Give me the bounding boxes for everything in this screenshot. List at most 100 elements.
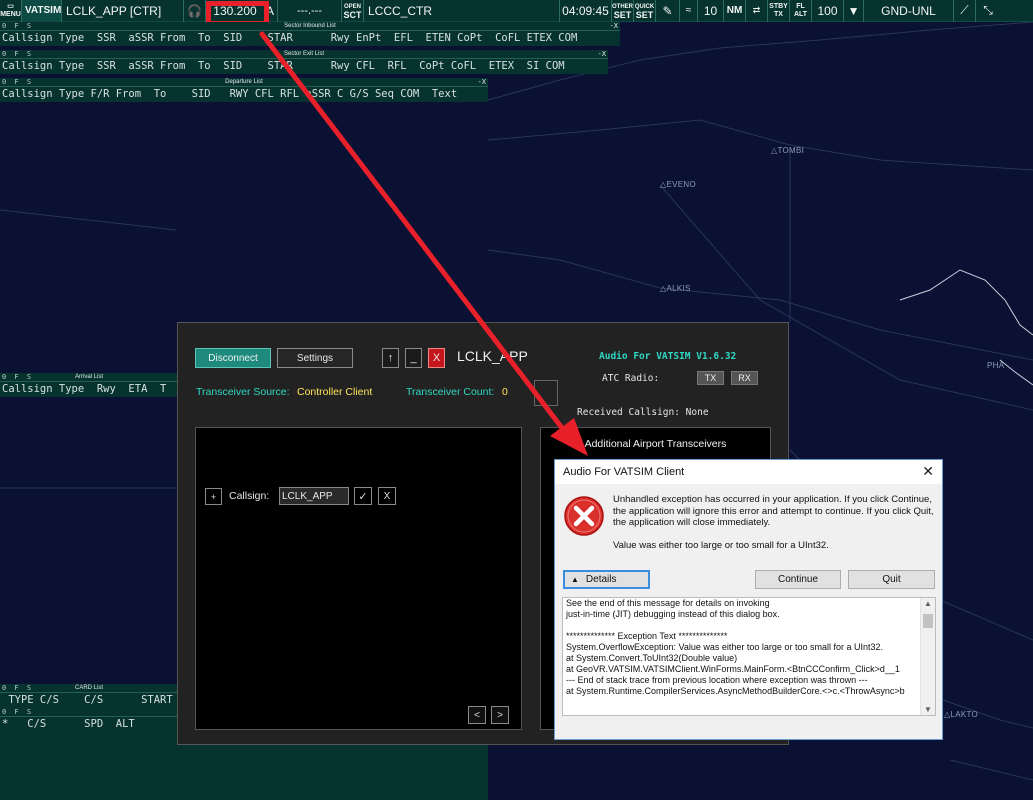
list-window-controls[interactable]: -X: [478, 78, 486, 87]
arrow-up-icon: ↑: [387, 352, 394, 364]
cancel-callsign-button[interactable]: X: [378, 487, 396, 505]
list-title: Sector Exit List: [283, 51, 325, 57]
list-ofs-controls[interactable]: 0 F S: [2, 684, 33, 693]
triangle-up-icon: ▲: [571, 575, 579, 584]
bottom-list: 0 F S * C/S SPD ALT: [0, 708, 178, 732]
tilde-icon[interactable]: ≈: [680, 0, 698, 22]
dialog-close-button[interactable]: ✕: [922, 463, 934, 480]
ruler-icon[interactable]: ⟋: [954, 0, 976, 22]
received-callsign: Received Callsign: None: [577, 407, 709, 418]
transceiver-count-value: 0: [502, 386, 508, 398]
tx-indicator: TX: [697, 371, 724, 385]
scroll-thumb[interactable]: [923, 614, 933, 628]
scroll-down-icon[interactable]: ▼: [924, 705, 932, 714]
always-on-top-button[interactable]: ↑: [382, 348, 399, 368]
departure-list: 0 F S Departure List -X Callsign Type F/…: [0, 78, 488, 102]
list-column-headers[interactable]: Callsign Type SSR aSSR From To SID STAR …: [0, 31, 620, 46]
altitude-value[interactable]: 100: [812, 0, 844, 22]
settings-button[interactable]: Settings: [277, 348, 353, 368]
primary-frequency[interactable]: 130.200: [206, 0, 264, 22]
utc-clock: 04:09:45: [560, 0, 612, 22]
detail-line: --- End of stack trace from previous loc…: [566, 675, 868, 685]
chevron-right-icon: >: [497, 709, 503, 721]
close-icon: X: [432, 352, 441, 364]
list-ofs-controls[interactable]: 0 F S: [2, 78, 33, 87]
exception-details-textbox[interactable]: See the end of this message for details …: [562, 597, 936, 716]
dialog-error-detail: Value was either too large or too small …: [613, 540, 829, 551]
quick-set-button[interactable]: QUICK SET: [634, 0, 656, 22]
list-title: CARD List: [74, 685, 104, 691]
list-column-headers[interactable]: TYPE C/S C/S START: [0, 693, 178, 708]
detail-line: See the end of this message for details …: [566, 598, 770, 608]
open-sct-button[interactable]: OPEN SCT: [342, 0, 364, 22]
frequency-suffix: A: [264, 0, 278, 22]
waypoint-alkis: △ALKIS: [660, 284, 691, 293]
waypoint-eveno: △EVENO: [660, 180, 696, 189]
list-ofs-controls[interactable]: 0 F S: [2, 50, 33, 59]
other-set-button[interactable]: OTHER SET: [612, 0, 634, 22]
quit-button[interactable]: Quit: [848, 570, 935, 589]
error-icon: [564, 496, 604, 536]
detail-line: at System.Convert.ToUInt32(Double value): [566, 653, 738, 663]
vatsim-logo: VATSIM: [22, 0, 62, 22]
menu-button[interactable]: ▭ MENU: [0, 0, 22, 22]
plus-icon: +: [210, 491, 217, 502]
transceiver-source-label: Transceiver Source:: [196, 386, 290, 398]
fl-alt-button[interactable]: FL ALT: [790, 0, 812, 22]
close-icon: X: [383, 490, 391, 502]
list-column-headers[interactable]: * C/S SPD ALT: [0, 717, 178, 732]
range-value[interactable]: 10: [698, 0, 724, 22]
disconnect-button[interactable]: Disconnect: [195, 348, 271, 368]
scroll-up-icon[interactable]: ▲: [924, 599, 932, 608]
card-list: 0 F S CARD List TYPE C/S C/S START: [0, 684, 178, 708]
direction-arrows-icon[interactable]: ⇄: [746, 0, 768, 22]
list-ofs-controls[interactable]: 0 F S: [2, 22, 33, 31]
secondary-frequency[interactable]: ---.---: [278, 0, 342, 22]
afv-callsign-title: LCLK_APP: [457, 348, 528, 364]
chevron-left-icon: <: [474, 709, 480, 721]
route-icon[interactable]: ⤡: [976, 0, 1000, 22]
filter-icon[interactable]: ▼: [844, 0, 864, 22]
atc-radio-label: ATC Radio:: [602, 373, 660, 384]
callsign-input[interactable]: [279, 487, 349, 505]
next-page-button[interactable]: >: [491, 706, 509, 724]
waypoint-lakto: △LAKTO: [944, 710, 979, 719]
list-column-headers[interactable]: Callsign Type F/R From To SID RWY CFL RF…: [0, 87, 488, 102]
list-column-headers[interactable]: Callsign Type SSR aSSR From To SID STAR …: [0, 59, 608, 74]
list-window-controls[interactable]: -X: [610, 22, 618, 31]
details-button[interactable]: ▲ Details: [563, 570, 650, 589]
add-callsign-button[interactable]: +: [205, 488, 222, 505]
error-dialog: Audio For VATSIM Client ✕ Unhandled exce…: [554, 459, 943, 740]
placeholder-box: [534, 380, 558, 406]
list-window-controls[interactable]: -X: [598, 50, 606, 59]
detail-line: at System.Runtime.CompilerServices.Async…: [566, 686, 905, 696]
unit-nm-button[interactable]: NM: [724, 0, 746, 22]
list-ofs-controls[interactable]: 0 F S: [2, 708, 33, 717]
confirm-callsign-button[interactable]: ✓: [354, 487, 372, 505]
details-scrollbar[interactable]: ▲ ▼: [920, 598, 935, 715]
detail-line: at GeoVR.VATSIM.VATSIMClient.WinForms.Ma…: [566, 664, 900, 674]
previous-page-button[interactable]: <: [468, 706, 486, 724]
stby-tx-button[interactable]: STBY TX: [768, 0, 790, 22]
pencil-icon[interactable]: ✎: [656, 0, 680, 22]
list-title: Arrival List: [74, 374, 104, 380]
transceiver-count-label: Transceiver Count:: [406, 386, 495, 398]
arrival-list: 0 F S Arrival List Callsign Type Rwy ETA…: [0, 373, 178, 397]
altitude-filter[interactable]: GND-UNL: [864, 0, 954, 22]
detail-line: just-in-time (JIT) debugging instead of …: [566, 609, 780, 619]
transceiver-source-value: Controller Client: [297, 386, 373, 398]
dialog-titlebar: Audio For VATSIM Client ✕: [555, 460, 942, 484]
list-column-headers[interactable]: Callsign Type Rwy ETA T: [0, 382, 178, 397]
continue-button[interactable]: Continue: [755, 570, 841, 589]
list-ofs-controls[interactable]: 0 F S: [2, 373, 33, 382]
close-button[interactable]: X: [428, 348, 445, 368]
detail-line: System.OverflowException: Value was eith…: [566, 642, 883, 652]
waypoint-pha: PHA: [987, 361, 1005, 370]
check-icon: ✓: [358, 490, 368, 503]
waypoint-tombi: △TOMBI: [771, 146, 805, 155]
sector-inbound-list: 0 F S Sector Inbound List -X Callsign Ty…: [0, 22, 620, 46]
headset-icon[interactable]: 🎧: [184, 0, 206, 22]
minimize-button[interactable]: _: [405, 348, 422, 368]
position-label[interactable]: LCLK_APP [CTR]: [62, 0, 184, 22]
sector-label[interactable]: LCCC_CTR: [364, 0, 560, 22]
